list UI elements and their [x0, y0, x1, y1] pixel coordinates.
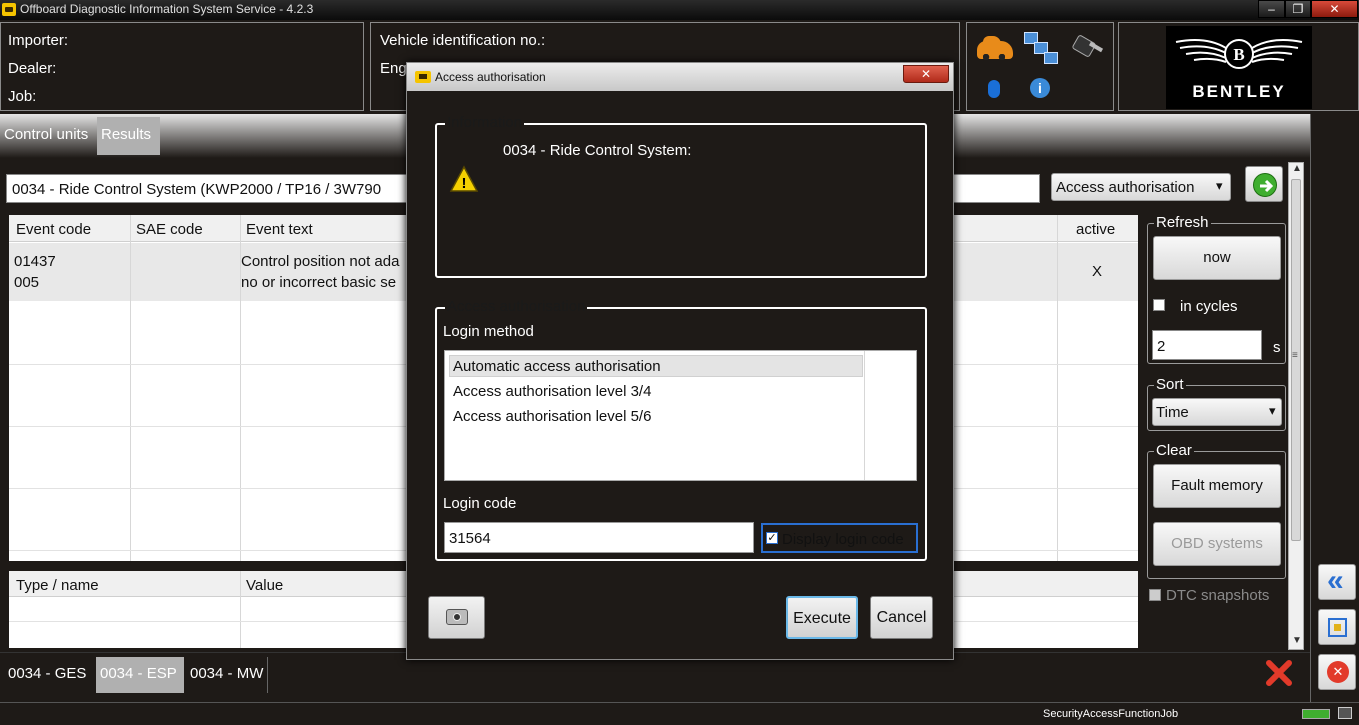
row-event-code-sub: 005	[14, 274, 40, 291]
row-active-flag: X	[1092, 263, 1103, 280]
vas-key-icon[interactable]	[1074, 38, 1104, 52]
dealer-label: Dealer:	[8, 60, 57, 77]
engine-label: Eng	[380, 60, 407, 77]
access-authorisation-label: Access authorisation	[445, 298, 588, 315]
tab-results[interactable]: Results	[97, 117, 160, 155]
battery-status-icon	[1302, 709, 1330, 719]
job-label: Job:	[8, 88, 37, 105]
bottom-tab-esp[interactable]: 0034 - ESP	[96, 657, 184, 693]
sort-value: Time	[1156, 404, 1189, 421]
login-code-value: 31564	[449, 530, 491, 547]
header-sae-code[interactable]: SAE code	[136, 221, 203, 238]
login-code-label: Login code	[443, 495, 517, 512]
display-login-code-label: Display login code	[782, 531, 904, 548]
close-circle-icon: ✕	[1327, 661, 1349, 683]
connection-status-icon	[1338, 707, 1352, 719]
scroll-up-arrow[interactable]: ▲	[1292, 163, 1302, 174]
importer-label: Importer:	[8, 32, 69, 49]
svg-text:B: B	[1233, 45, 1244, 64]
status-job-text: SecurityAccessFunctionJob	[1043, 708, 1179, 720]
network-icon[interactable]	[1024, 32, 1058, 66]
display-login-code-checkbox-area[interactable]: ✓ Display login code	[761, 523, 918, 553]
login-method-list[interactable]: Automatic access authorisation Access au…	[444, 350, 917, 481]
row-event-text-1: Control position not ada	[241, 253, 400, 270]
dialog-app-icon	[415, 71, 431, 83]
vin-label: Vehicle identification no.:	[380, 32, 546, 49]
display-login-code-checkbox[interactable]: ✓	[766, 532, 778, 544]
cycles-input[interactable]: 2	[1152, 330, 1262, 360]
scrollbar-thumb[interactable]: ≡	[1291, 179, 1301, 541]
window-title: Offboard Diagnostic Information System S…	[20, 2, 314, 16]
header-value[interactable]: Value	[246, 577, 283, 594]
restore-button[interactable]: ❐	[1285, 0, 1311, 18]
cycles-value: 2	[1157, 338, 1166, 355]
information-text: 0034 - Ride Control System:	[503, 142, 692, 159]
dialog-title: Access authorisation	[435, 70, 546, 84]
app-icon	[2, 3, 16, 16]
screenshot-frame-button[interactable]	[1318, 609, 1356, 645]
sort-select[interactable]: Time ▾	[1152, 398, 1282, 426]
vertical-scrollbar[interactable]: ▲ ≡ ▼	[1288, 162, 1304, 650]
row-event-code: 01437	[14, 253, 56, 270]
chevron-down-icon: ▾	[1269, 403, 1276, 418]
seconds-unit: s	[1273, 339, 1281, 356]
dtc-snapshots-checkbox[interactable]	[1149, 589, 1161, 601]
scroll-down-arrow[interactable]: ▼	[1292, 635, 1302, 646]
clear-label: Clear	[1154, 442, 1194, 459]
dialog-close-button[interactable]: ✕	[903, 65, 949, 83]
go-arrow-icon	[1253, 173, 1277, 197]
in-cycles-label: in cycles	[1180, 298, 1238, 315]
bottom-tab-mw[interactable]: 0034 - MW	[186, 657, 269, 693]
execute-function-button[interactable]	[1245, 166, 1283, 202]
minimize-button[interactable]: –	[1258, 0, 1285, 18]
access-authorisation-dialog: Access authorisation ✕ Information ! 003…	[406, 62, 954, 660]
svg-text:!: !	[462, 175, 467, 192]
list-item[interactable]: Access authorisation level 5/6	[453, 408, 651, 425]
header-active[interactable]: active	[1076, 221, 1115, 238]
warning-icon: !	[449, 165, 479, 193]
frame-icon	[1328, 618, 1347, 637]
function-select-value: Access authorisation	[1056, 179, 1195, 196]
chevron-down-icon: ▾	[1216, 178, 1223, 193]
double-chevron-left-icon: «	[1327, 564, 1344, 597]
login-code-input[interactable]: 31564	[444, 522, 754, 553]
refresh-label: Refresh	[1154, 214, 1211, 231]
scroll-grip: ≡	[1292, 350, 1298, 361]
collapse-button[interactable]: «	[1318, 564, 1356, 600]
function-select[interactable]: Access authorisation ▾	[1051, 173, 1231, 201]
list-item[interactable]: Automatic access authorisation	[453, 358, 661, 375]
control-unit-text: 0034 - Ride Control System (KWP2000 / TP…	[12, 181, 382, 198]
brand-name: BENTLEY	[1192, 82, 1286, 101]
dtc-snapshots-label: DTC snapshots	[1166, 587, 1270, 604]
tab-control-units[interactable]: Control units	[0, 117, 92, 155]
bluetooth-icon[interactable]	[988, 80, 1000, 98]
header-event-text[interactable]: Event text	[246, 221, 313, 238]
camera-button[interactable]	[428, 596, 485, 639]
in-cycles-checkbox[interactable]	[1153, 299, 1165, 311]
red-x-icon[interactable]	[1264, 658, 1294, 688]
brand-logo-area: B BENTLEY	[1166, 26, 1312, 109]
window-close-button[interactable]: ✕	[1311, 0, 1358, 18]
info-icon[interactable]: i	[1030, 78, 1050, 98]
refresh-now-button[interactable]: now	[1153, 236, 1281, 280]
exit-button[interactable]: ✕	[1318, 654, 1356, 690]
camera-icon	[446, 609, 468, 625]
information-label: Information	[445, 114, 525, 131]
list-item[interactable]: Access authorisation level 3/4	[453, 383, 651, 400]
header-type-name[interactable]: Type / name	[16, 577, 99, 594]
sort-label: Sort	[1154, 376, 1186, 393]
bentley-wings-logo: B	[1175, 39, 1303, 69]
row-event-text-2: no or incorrect basic se	[241, 274, 397, 291]
execute-button[interactable]: Execute	[786, 596, 858, 639]
fault-memory-button[interactable]: Fault memory	[1153, 464, 1281, 508]
header-event-code[interactable]: Event code	[16, 221, 91, 238]
obd-systems-button[interactable]: OBD systems	[1153, 522, 1281, 566]
bottom-tab-ges[interactable]: 0034 - GES	[4, 657, 90, 693]
car-icon[interactable]	[977, 36, 1013, 60]
login-method-label: Login method	[443, 323, 534, 340]
cancel-button[interactable]: Cancel	[870, 596, 933, 639]
